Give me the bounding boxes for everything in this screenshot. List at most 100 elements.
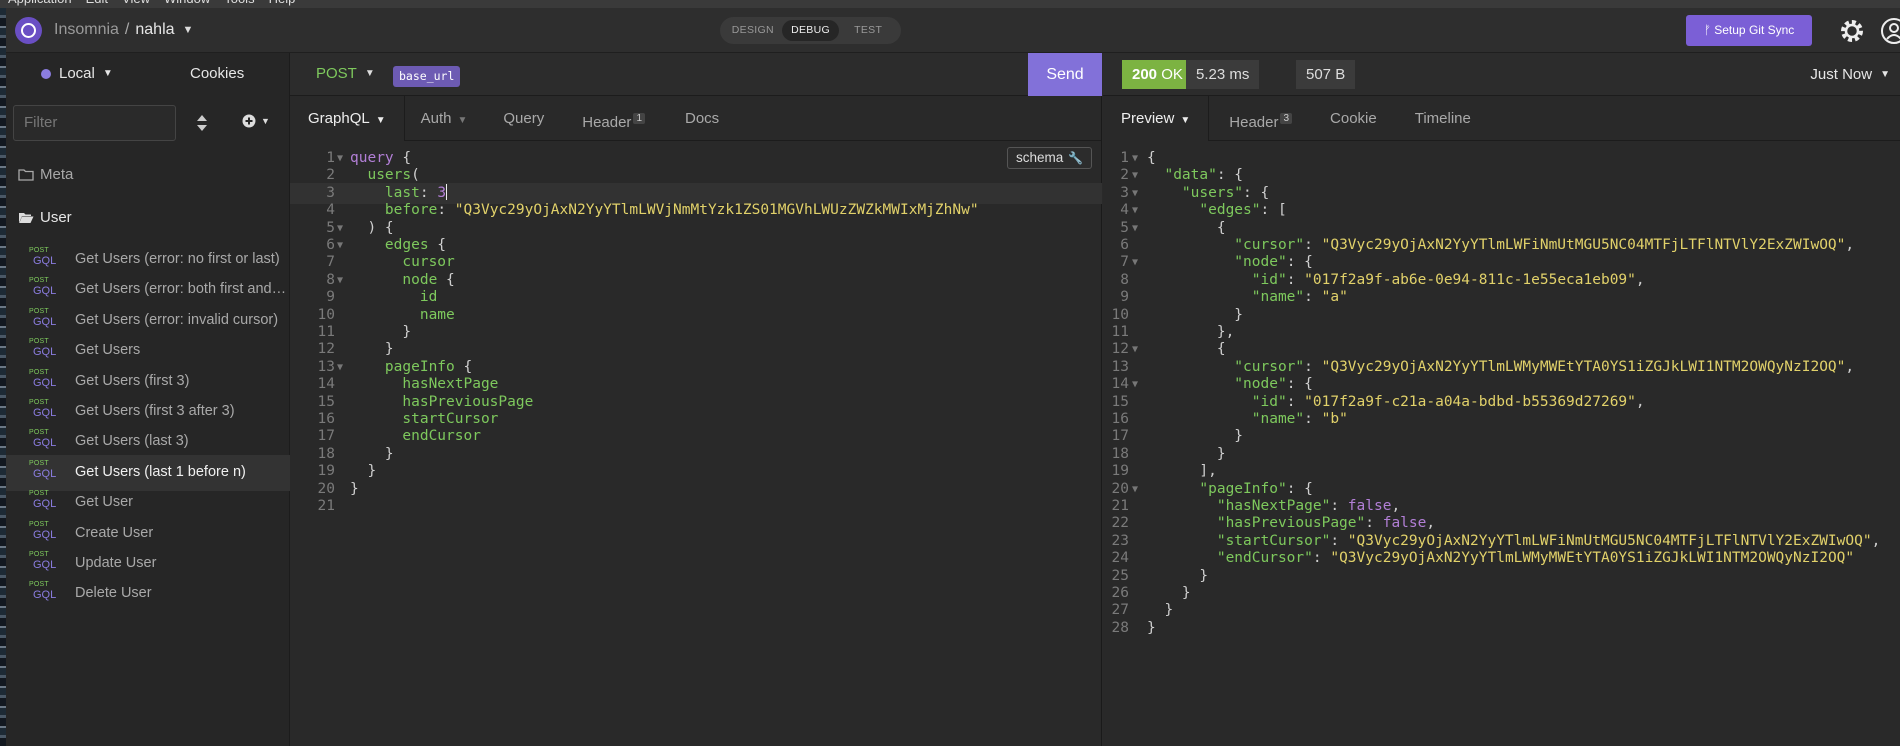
chevron-down-icon: ▼ — [102, 68, 113, 79]
history-dropdown[interactable]: Just Now ▼ — [1810, 66, 1890, 83]
env-color-dot — [41, 68, 51, 79]
os-menu-item[interactable]: Tools — [224, 0, 254, 6]
sort-icon[interactable] — [196, 114, 208, 132]
code-token: : — [1365, 515, 1383, 532]
gql-tag: GQL — [33, 528, 57, 541]
tab-query[interactable]: Query — [485, 96, 562, 141]
chevron-down-icon: ▼ — [1180, 115, 1191, 126]
breadcrumb-project[interactable]: nahla — [135, 21, 174, 39]
os-menu-item[interactable]: Application — [8, 0, 72, 6]
method-tag: POST — [29, 307, 49, 315]
tab-timeline[interactable]: Timeline — [1395, 96, 1489, 141]
code-token: "node" — [1147, 254, 1287, 271]
schema-button[interactable]: schema 🔧 — [1007, 147, 1093, 169]
code-token: before — [350, 202, 438, 219]
request-name: Get Users (last 1 before n) — [75, 463, 246, 480]
mode-debug[interactable]: DEBUG — [781, 20, 840, 41]
method-selector[interactable]: POST ▼ — [316, 65, 375, 82]
mode-test[interactable]: TEST — [839, 20, 897, 41]
code-token: : { — [1286, 254, 1313, 271]
sidebar: Local ▼ Cookies Filter ▼ Meta User POST G… — [6, 53, 290, 746]
breadcrumb-separator: / — [124, 21, 130, 38]
git-branch-icon: ᚠ — [1703, 23, 1711, 37]
gql-tag: GQL — [33, 285, 57, 298]
insomnia-logo-icon[interactable] — [15, 17, 42, 44]
git-sync-label: Setup Git Sync — [1714, 23, 1795, 37]
code-token: name — [350, 306, 455, 323]
os-menu-item[interactable]: Edit — [86, 0, 108, 6]
request-pane: POST ▼ base_url Send GraphQL ▼ Auth ▼ Quer… — [290, 53, 1102, 746]
code-token: : — [1330, 498, 1348, 514]
breadcrumb-app[interactable]: Insomnia — [54, 21, 119, 39]
mode-switch: DESIGN DEBUG TEST — [720, 17, 901, 44]
gql-tag: GQL — [33, 589, 57, 602]
code-token: { — [1147, 150, 1156, 166]
project-dropdown-icon[interactable]: ▼ — [183, 24, 194, 36]
code-token: } — [1147, 567, 1209, 584]
code-token: query — [350, 150, 394, 166]
method-tag: POST — [29, 338, 49, 346]
request-name: Get Users (first 3) — [75, 372, 190, 389]
sidebar-request-item[interactable]: POST GQL Delete User — [6, 576, 290, 612]
response-status-bar: 200 OK 5.23 ms 507 B Just Now ▼ — [1103, 53, 1900, 96]
gear-icon[interactable] — [1838, 17, 1866, 45]
code-line: 21 — [290, 496, 1102, 517]
code-token: }, — [1147, 324, 1235, 340]
tab-auth[interactable]: Auth ▼ — [405, 96, 486, 141]
tab-response-header[interactable]: Header 3 — [1209, 96, 1310, 141]
method-tag: POST — [29, 247, 49, 254]
breadcrumb: Insomnia / nahla ▼ — [54, 21, 193, 39]
account-icon[interactable] — [1880, 17, 1900, 45]
history-label: Just Now — [1810, 66, 1873, 83]
code-token: : [ — [1260, 202, 1287, 219]
graphql-editor[interactable]: 1 ▼ query {2 users(3 last: 34 before: "Q3V… — [290, 142, 1102, 746]
response-time: 5.23 ms — [1186, 60, 1260, 89]
tab-graphql[interactable]: GraphQL ▼ — [290, 96, 405, 141]
code-token: } — [1147, 619, 1156, 636]
code-token: "b" — [1321, 411, 1348, 427]
gql-tag: GQL — [33, 498, 57, 511]
code-token: "017f2a9f-ab6e-0e94-811c-1e55eca1eb09" — [1304, 271, 1636, 288]
os-menu-item[interactable]: Help — [269, 0, 296, 6]
folder-user[interactable]: User — [18, 209, 72, 226]
response-viewer[interactable]: 1 ▼{2 ▼ "data": {3 ▼ "users": {4 ▼ "edges": … — [1103, 142, 1900, 746]
method-tag: POST — [29, 551, 49, 558]
request-method-badge: POST GQL — [29, 551, 59, 571]
request-name: Create User — [75, 524, 154, 541]
code-line: 28} — [1103, 618, 1900, 639]
request-method-badge: POST GQL — [29, 369, 59, 389]
code-token: : { — [1243, 184, 1270, 201]
code-token: : — [1304, 411, 1322, 427]
base-url-tag[interactable]: base_url — [393, 66, 461, 87]
tab-preview[interactable]: Preview ▼ — [1103, 96, 1210, 141]
environment-selector[interactable]: Local ▼ — [41, 65, 113, 82]
filter-input[interactable]: Filter — [13, 105, 176, 141]
cookies-button[interactable]: Cookies — [190, 65, 244, 82]
method-tag: POST — [29, 277, 49, 285]
setup-git-sync-button[interactable]: ᚠ Setup Git Sync — [1686, 15, 1812, 46]
tab-docs[interactable]: Docs — [663, 96, 737, 141]
code-token: id — [350, 289, 438, 306]
chevron-down-icon: ▼ — [261, 116, 270, 126]
code-token: 3 — [437, 184, 447, 201]
code-token: "id" — [1147, 393, 1287, 410]
mode-design[interactable]: DESIGN — [724, 20, 782, 41]
gql-tag: GQL — [33, 407, 57, 419]
send-button[interactable]: Send — [1028, 53, 1102, 96]
code-token: "endCursor" — [1147, 550, 1313, 567]
request-name: Get Users (last 3) — [75, 433, 189, 450]
code-token: hasPreviousPage — [350, 393, 534, 410]
code-token: } — [350, 341, 394, 358]
code-token: hasNextPage — [350, 376, 499, 393]
os-menu-item[interactable]: View — [122, 0, 150, 6]
tab-header[interactable]: Header 1 — [562, 96, 663, 141]
os-menu-item[interactable]: Window — [164, 0, 210, 6]
code-token: : { — [1286, 376, 1313, 393]
code-token: } — [350, 324, 412, 340]
tab-cookie[interactable]: Cookie — [1310, 96, 1395, 141]
folder-meta[interactable]: Meta — [18, 166, 73, 183]
folder-icon — [18, 169, 34, 181]
add-item-button[interactable]: ▼ — [242, 114, 270, 128]
code-token: , — [1391, 498, 1401, 514]
gql-tag: GQL — [33, 346, 57, 359]
